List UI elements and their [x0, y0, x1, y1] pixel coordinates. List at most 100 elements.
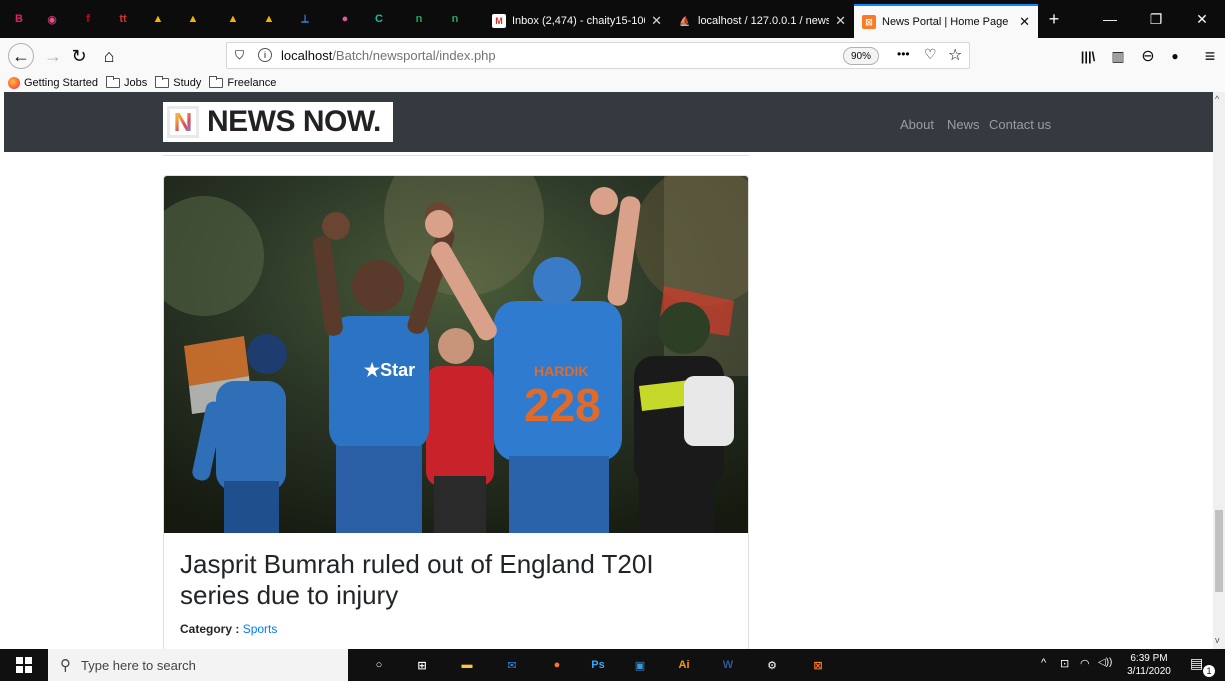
firefox-icon[interactable]: ● — [545, 653, 569, 677]
new-tab-button[interactable]: + — [1044, 4, 1064, 34]
tab-close-icon[interactable]: ✕ — [1019, 14, 1030, 30]
pinned-tab-green-circle-icon[interactable]: n — [408, 8, 430, 30]
pinned-tab-red-logo-icon[interactable]: tt — [112, 8, 134, 30]
library-icon[interactable]: |||\ — [1075, 43, 1101, 69]
phpmyadmin-icon: ⛵ — [679, 15, 691, 26]
search-placeholder: Type here to search — [81, 657, 196, 673]
info-icon[interactable]: i — [258, 48, 272, 62]
network-icon[interactable]: ⊡ — [1060, 657, 1069, 670]
tab-title: News Portal | Home Page — [882, 16, 1009, 28]
bookmark-label: Freelance — [227, 77, 277, 89]
start-button[interactable] — [0, 649, 48, 681]
nav-link-contact[interactable]: Contact us — [989, 117, 1051, 132]
notifications-icon[interactable]: ▤ — [1190, 655, 1203, 672]
bookmark-star-icon[interactable]: ☆ — [948, 45, 962, 65]
page-actions-icon[interactable]: ••• — [897, 47, 910, 61]
sidebar-icon[interactable]: ▥ — [1105, 43, 1131, 69]
clock-time: 6:39 PM — [1130, 653, 1168, 664]
tab-news-portal[interactable]: ⊠ News Portal | Home Page ✕ — [854, 4, 1038, 38]
windows-taskbar: ⚲ Type here to search ○ ⊞ ▬ ✉ ● Ps ▣ Ai W ⚙ ⊠ ^ ⊡ … — [0, 649, 1225, 681]
bookmark-label: Study — [173, 77, 202, 89]
pinned-tab-drive-icon[interactable]: ▲ — [222, 8, 244, 30]
cortana-icon[interactable]: ○ — [367, 653, 391, 677]
bookmark-folder-freelance[interactable]: Freelance — [209, 76, 277, 89]
pinned-tab-drive-icon[interactable]: ▲ — [258, 8, 280, 30]
pinned-tab-drive-icon[interactable]: ▲ — [182, 8, 204, 30]
extension-icon[interactable]: ● — [1162, 43, 1188, 69]
scroll-up-icon[interactable]: ^ — [1215, 94, 1219, 104]
zoom-indicator[interactable]: 90% — [843, 47, 880, 65]
mail-icon[interactable]: ✉ — [500, 653, 524, 677]
tab-gmail-inbox[interactable]: M Inbox (2,474) - chaity15-100 ✕ — [484, 4, 670, 38]
tray-chevron-icon[interactable]: ^ — [1041, 657, 1046, 669]
article-category: Category : Sports — [180, 622, 277, 636]
minimize-button[interactable]: — — [1087, 0, 1133, 38]
bookmark-folder-jobs[interactable]: Jobs — [106, 76, 148, 89]
scrollbar-thumb[interactable] — [1215, 510, 1223, 592]
nav-link-news[interactable]: News — [947, 117, 980, 132]
folder-icon — [209, 76, 224, 88]
logo-text: NEWS NOW. — [207, 105, 381, 138]
category-label: Category : — [180, 622, 240, 636]
bookmark-label: Jobs — [124, 77, 148, 89]
search-icon: ⚲ — [60, 657, 71, 674]
menu-icon[interactable]: ≡ — [1197, 43, 1223, 69]
system-clock[interactable]: 6:39 PM 3/11/2020 — [1124, 652, 1174, 678]
xampp-icon: ⊠ — [862, 15, 876, 29]
bookmark-folder-study[interactable]: Study — [155, 76, 202, 89]
category-link[interactable]: Sports — [243, 622, 278, 636]
url-bar[interactable]: ⛉ i localhost/Batch/newsportal/index.php… — [226, 42, 970, 69]
pinned-tab-green-circle-icon[interactable]: n — [444, 8, 466, 30]
store-icon[interactable]: ▣ — [628, 653, 652, 677]
navigation-toolbar: ← → ↻ ⌂ ⛉ i localhost/Batch/newsportal/i… — [0, 38, 1225, 74]
tab-close-icon[interactable]: ✕ — [651, 13, 662, 29]
volume-icon[interactable]: ◁)) — [1098, 657, 1112, 668]
pinned-tab-b-icon[interactable]: B — [8, 8, 30, 30]
file-explorer-icon[interactable]: ▬ — [455, 653, 479, 677]
url-text[interactable]: localhost/Batch/newsportal/index.php — [281, 48, 496, 63]
illustrator-icon[interactable]: Ai — [672, 653, 696, 677]
bookmark-label: Getting Started — [24, 77, 98, 89]
tab-phpmyadmin[interactable]: ⛵ localhost / 127.0.0.1 / newsp ✕ — [670, 4, 854, 38]
pinned-tab-chart-icon[interactable]: ⟂ — [294, 8, 316, 30]
divider — [163, 155, 749, 156]
photoshop-icon[interactable]: Ps — [586, 653, 610, 677]
settings-icon[interactable]: ⚙ — [760, 653, 784, 677]
site-logo[interactable]: N NEWS NOW. — [163, 102, 393, 142]
pinned-tab-teal-icon[interactable]: C — [368, 8, 390, 30]
tab-strip: B ◉ f tt ▲ ▲ ▲ ▲ ⟂ ● Cn n M Inbox (2,474) - chaity1… — [0, 0, 1225, 38]
article-image[interactable]: ★Star HARDIK 228 — [164, 176, 748, 533]
back-button[interactable]: ← — [8, 43, 34, 69]
nav-link-about[interactable]: About — [900, 117, 934, 132]
article-title[interactable]: Jasprit Bumrah ruled out of England T20I… — [180, 549, 730, 611]
account-icon[interactable]: ⊖ — [1135, 43, 1161, 69]
windows-icon — [16, 657, 32, 673]
pinned-tab-flash-icon[interactable]: f — [77, 8, 99, 30]
svg-text:228: 228 — [524, 379, 601, 431]
pocket-icon[interactable]: ♡ — [924, 46, 937, 63]
pinned-tab-dribbble-icon[interactable]: ◉ — [41, 8, 63, 30]
scroll-down-icon[interactable]: v — [1215, 635, 1220, 645]
word-icon[interactable]: W — [716, 653, 740, 677]
xampp-icon[interactable]: ⊠ — [806, 653, 830, 677]
tab-title: Inbox (2,474) - chaity15-100 — [512, 15, 646, 27]
tab-close-icon[interactable]: ✕ — [835, 13, 846, 29]
pinned-tab-drive-icon[interactable]: ▲ — [147, 8, 169, 30]
reload-button[interactable]: ↻ — [66, 43, 92, 69]
url-host: localhost — [281, 48, 333, 63]
shield-icon[interactable]: ⛉ — [235, 48, 244, 63]
site-navbar: N NEWS NOW. About News Contact us — [4, 92, 1213, 152]
logo-n-icon: N — [167, 106, 199, 138]
svg-text:★Star: ★Star — [364, 360, 415, 380]
firefox-icon — [8, 77, 20, 89]
pinned-tab-pink-circle-icon[interactable]: ● — [334, 8, 356, 30]
home-button[interactable]: ⌂ — [96, 43, 122, 69]
clock-date: 3/11/2020 — [1127, 666, 1171, 677]
task-view-icon[interactable]: ⊞ — [410, 653, 434, 677]
forward-button[interactable]: → — [40, 43, 66, 69]
bookmark-getting-started[interactable]: Getting Started — [8, 77, 98, 89]
restore-button[interactable]: ❐ — [1133, 0, 1179, 38]
close-window-button[interactable]: ✕ — [1179, 0, 1225, 38]
wifi-icon[interactable]: ◠ — [1080, 657, 1090, 670]
taskbar-search[interactable]: ⚲ Type here to search — [48, 649, 348, 681]
